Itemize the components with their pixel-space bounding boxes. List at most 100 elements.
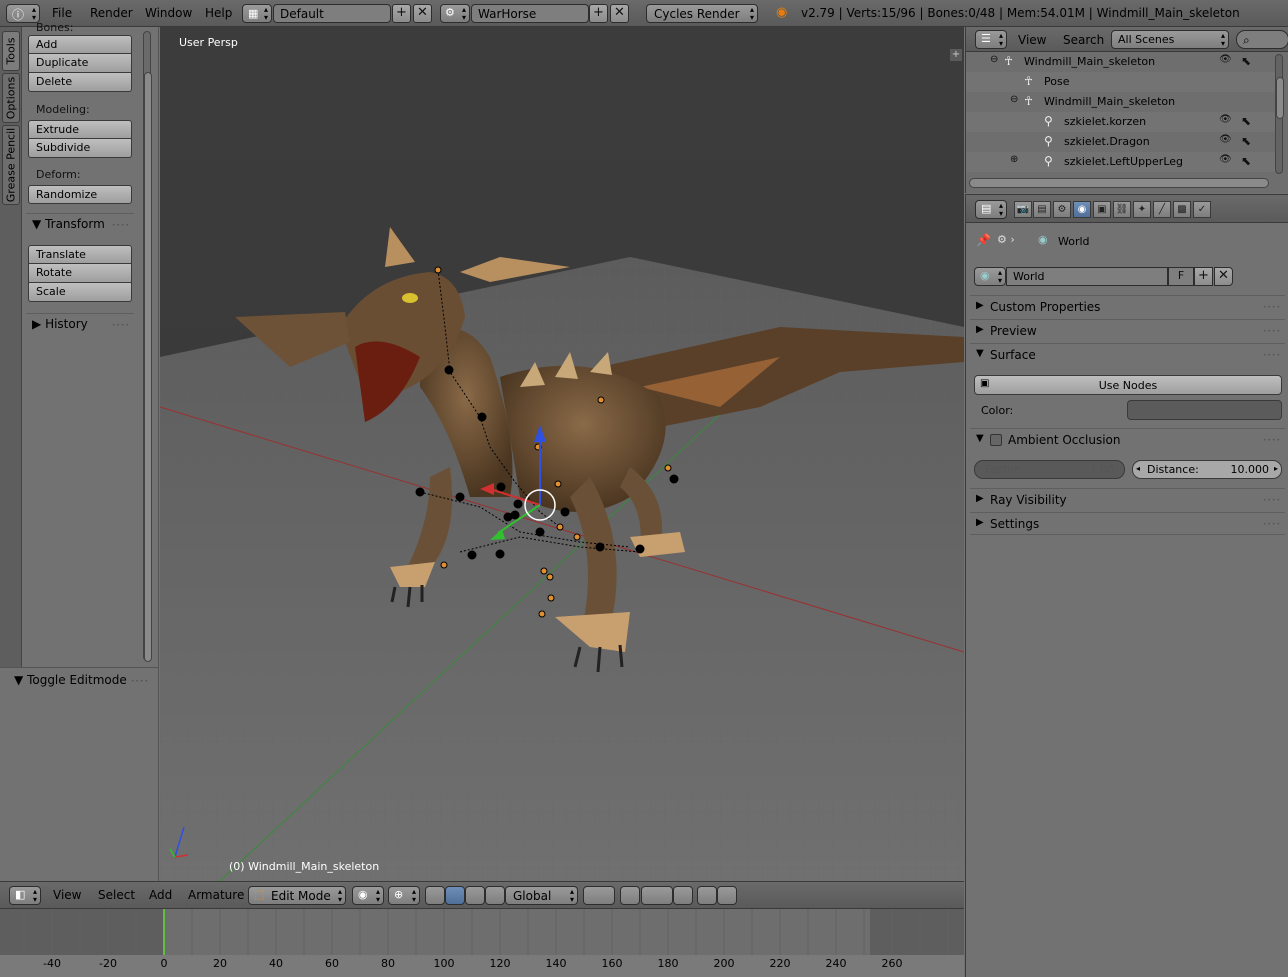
tab-options[interactable]: Options xyxy=(2,73,20,123)
new-world-icon[interactable]: + xyxy=(1194,267,1213,286)
object-data-context-icon[interactable]: ✦ xyxy=(1133,201,1151,218)
editor-type-3d-button[interactable]: ◧ ▴ ▾ xyxy=(9,886,41,905)
toggle-editmode-header[interactable]: ▼ Toggle Editmode •••• xyxy=(8,670,153,692)
object-context-icon[interactable]: ▣ xyxy=(1093,201,1111,218)
pivot-point-dropdown[interactable]: ⊕ ▴ ▾ xyxy=(388,886,420,905)
extrude-button[interactable]: Extrude xyxy=(28,120,132,139)
add-layout-icon[interactable]: + xyxy=(392,4,411,23)
material-context-icon[interactable]: ▩ xyxy=(1173,201,1191,218)
snap-target-icon[interactable] xyxy=(673,886,693,905)
editor-type-properties-button[interactable]: ▤ ▴ ▾ xyxy=(975,200,1007,219)
collapse-toggle-icon[interactable]: ⊖ xyxy=(1010,94,1018,105)
outliner-display-mode-dropdown[interactable]: All Scenes ▴ ▾ xyxy=(1111,30,1229,49)
panel-grip-icon[interactable]: •••• xyxy=(112,322,130,329)
snap-element-dropdown[interactable] xyxy=(641,886,673,905)
selectable-cursor-icon[interactable]: ⬉ xyxy=(1241,114,1251,128)
menu-armature[interactable]: Armature xyxy=(188,888,244,902)
menu-window[interactable]: Window xyxy=(145,6,192,20)
tab-tools[interactable]: Tools xyxy=(2,31,20,71)
mode-dropdown[interactable]: ⬚ Edit Mode ▴ ▾ xyxy=(248,886,346,905)
outliner-menu-search[interactable]: Search xyxy=(1063,33,1104,47)
outliner-row[interactable]: ⚲ szkielet.korzen 👁 ⬉ xyxy=(966,112,1276,132)
panel-grip-icon[interactable]: •••• xyxy=(1263,497,1281,504)
outliner-hscrollbar[interactable] xyxy=(969,178,1269,188)
unlink-world-icon[interactable]: ✕ xyxy=(1214,267,1233,286)
ambient-occlusion-panel-header[interactable]: ▼ Ambient Occlusion •••• xyxy=(970,428,1285,451)
outliner-row[interactable]: ⊕ ⚲ szkielet.LeftUpperLeg 👁 ⬉ xyxy=(966,152,1276,172)
custom-properties-panel-header[interactable]: ▶ Custom Properties •••• xyxy=(970,295,1285,318)
bone-duplicate-button[interactable]: Duplicate xyxy=(28,54,132,73)
menu-render[interactable]: Render xyxy=(90,6,133,20)
expand-toggle-icon[interactable]: ⊕ xyxy=(1010,154,1018,165)
snap-toggle-icon[interactable] xyxy=(620,886,640,905)
render-context-icon[interactable]: 📷 xyxy=(1014,201,1032,218)
visibility-eye-icon[interactable]: 👁 xyxy=(1219,114,1232,125)
subdivide-button[interactable]: Subdivide xyxy=(28,139,132,158)
outliner-row[interactable]: ⊖ ☥ Windmill_Main_skeleton xyxy=(966,92,1276,112)
visibility-eye-icon[interactable]: 👁 xyxy=(1219,134,1232,145)
tab-grease-pencil[interactable]: Grease Pencil xyxy=(2,125,20,205)
transform-panel-header[interactable]: ▼ Transform •••• xyxy=(26,213,134,235)
scene-context-icon[interactable]: ⚙ xyxy=(1053,201,1071,218)
randomize-button[interactable]: Randomize xyxy=(28,185,132,204)
bone-delete-button[interactable]: Delete xyxy=(28,73,132,92)
editor-type-outliner-button[interactable]: ☰ ▴ ▾ xyxy=(975,30,1007,49)
outliner-search-input[interactable]: ⌕ xyxy=(1236,30,1288,49)
transform-orientation-dropdown[interactable]: Global ▴ ▾ xyxy=(505,886,578,905)
selectable-cursor-icon[interactable]: ⬉ xyxy=(1241,134,1251,148)
menu-file[interactable]: File xyxy=(52,6,72,20)
proportional-edit-dropdown[interactable] xyxy=(583,886,615,905)
outliner-row[interactable]: ⚲ szkielet.Dragon 👁 ⬉ xyxy=(966,132,1276,152)
bone-context-icon[interactable]: ╱ xyxy=(1153,201,1171,218)
remove-layout-icon[interactable]: ✕ xyxy=(413,4,432,23)
ambient-occlusion-checkbox[interactable] xyxy=(990,434,1002,446)
pin-icon[interactable]: 📌 xyxy=(976,233,991,247)
panel-grip-icon[interactable]: •••• xyxy=(1263,521,1281,528)
increment-arrow-icon[interactable]: ▸ xyxy=(1274,464,1278,473)
preview-panel-header[interactable]: ▶ Preview •••• xyxy=(970,319,1285,342)
surface-panel-header[interactable]: ▼ Surface •••• xyxy=(970,343,1285,366)
collapse-toggle-icon[interactable]: ⊖ xyxy=(990,54,998,65)
screen-layout-selector[interactable]: ▦ ▴ ▾ xyxy=(242,4,272,23)
menu-help[interactable]: Help xyxy=(205,6,232,20)
add-scene-icon[interactable]: + xyxy=(589,4,608,23)
timeline[interactable]: -40 -20 0 20 40 60 80 100 120 140 160 180 200 220 240 2… xyxy=(0,908,964,977)
outliner-row[interactable]: ⊖ ☥ Windmill_Main_skeleton 👁 ⬉ xyxy=(966,52,1276,72)
ao-distance-field[interactable]: ◂ Distance: 10.000 ▸ xyxy=(1132,460,1282,479)
world-color-swatch[interactable] xyxy=(1127,400,1282,420)
scene-selector[interactable]: ⚙ ▴ ▾ xyxy=(440,4,470,23)
settings-panel-header[interactable]: ▶ Settings •••• xyxy=(970,512,1285,535)
render-layers-context-icon[interactable]: ▤ xyxy=(1033,201,1051,218)
world-context-icon[interactable]: ◉ xyxy=(1073,201,1091,218)
editor-type-info-button[interactable]: ⓘ ▴ ▾ xyxy=(6,4,40,23)
3d-viewport[interactable]: User Persp (0) Windmill_Main_skeleton + xyxy=(160,27,964,881)
panel-grip-icon[interactable]: •••• xyxy=(1263,304,1281,311)
history-panel-header[interactable]: ▶ History •••• xyxy=(26,313,134,335)
panel-grip-icon[interactable]: •••• xyxy=(1263,328,1281,335)
panel-grip-icon[interactable]: •••• xyxy=(131,678,149,685)
panel-grip-icon[interactable]: •••• xyxy=(1263,352,1281,359)
visibility-eye-icon[interactable]: 👁 xyxy=(1219,154,1232,165)
texture-context-icon[interactable]: ✓ xyxy=(1193,201,1211,218)
ray-visibility-panel-header[interactable]: ▶ Ray Visibility •••• xyxy=(970,488,1285,511)
menu-view[interactable]: View xyxy=(53,888,81,902)
scale-button[interactable]: Scale xyxy=(28,283,132,302)
menu-add[interactable]: Add xyxy=(149,888,172,902)
visibility-eye-icon[interactable]: 👁 xyxy=(1219,54,1232,65)
remove-scene-icon[interactable]: ✕ xyxy=(610,4,629,23)
scene-name[interactable]: WarHorse xyxy=(471,4,589,23)
selectable-cursor-icon[interactable]: ⬉ xyxy=(1241,154,1251,168)
outliner-row[interactable]: ☥ Pose xyxy=(966,72,1276,92)
constraints-context-icon[interactable]: ⛓ xyxy=(1113,201,1131,218)
render-engine-dropdown[interactable]: Cycles Render ▴ ▾ xyxy=(646,4,758,23)
opengl-animation-icon[interactable] xyxy=(717,886,737,905)
bone-add-button[interactable]: Add xyxy=(28,35,132,54)
panel-grip-icon[interactable]: •••• xyxy=(1263,437,1281,444)
panel-grip-icon[interactable]: •••• xyxy=(112,222,130,229)
toolshelf-scrollbar-thumb[interactable] xyxy=(144,72,152,662)
translate-manipulator-icon[interactable] xyxy=(445,886,465,905)
manipulator-toggle-icon[interactable] xyxy=(425,886,445,905)
translate-button[interactable]: Translate xyxy=(28,245,132,264)
outliner-menu-view[interactable]: View xyxy=(1018,33,1046,47)
opengl-render-icon[interactable] xyxy=(697,886,717,905)
